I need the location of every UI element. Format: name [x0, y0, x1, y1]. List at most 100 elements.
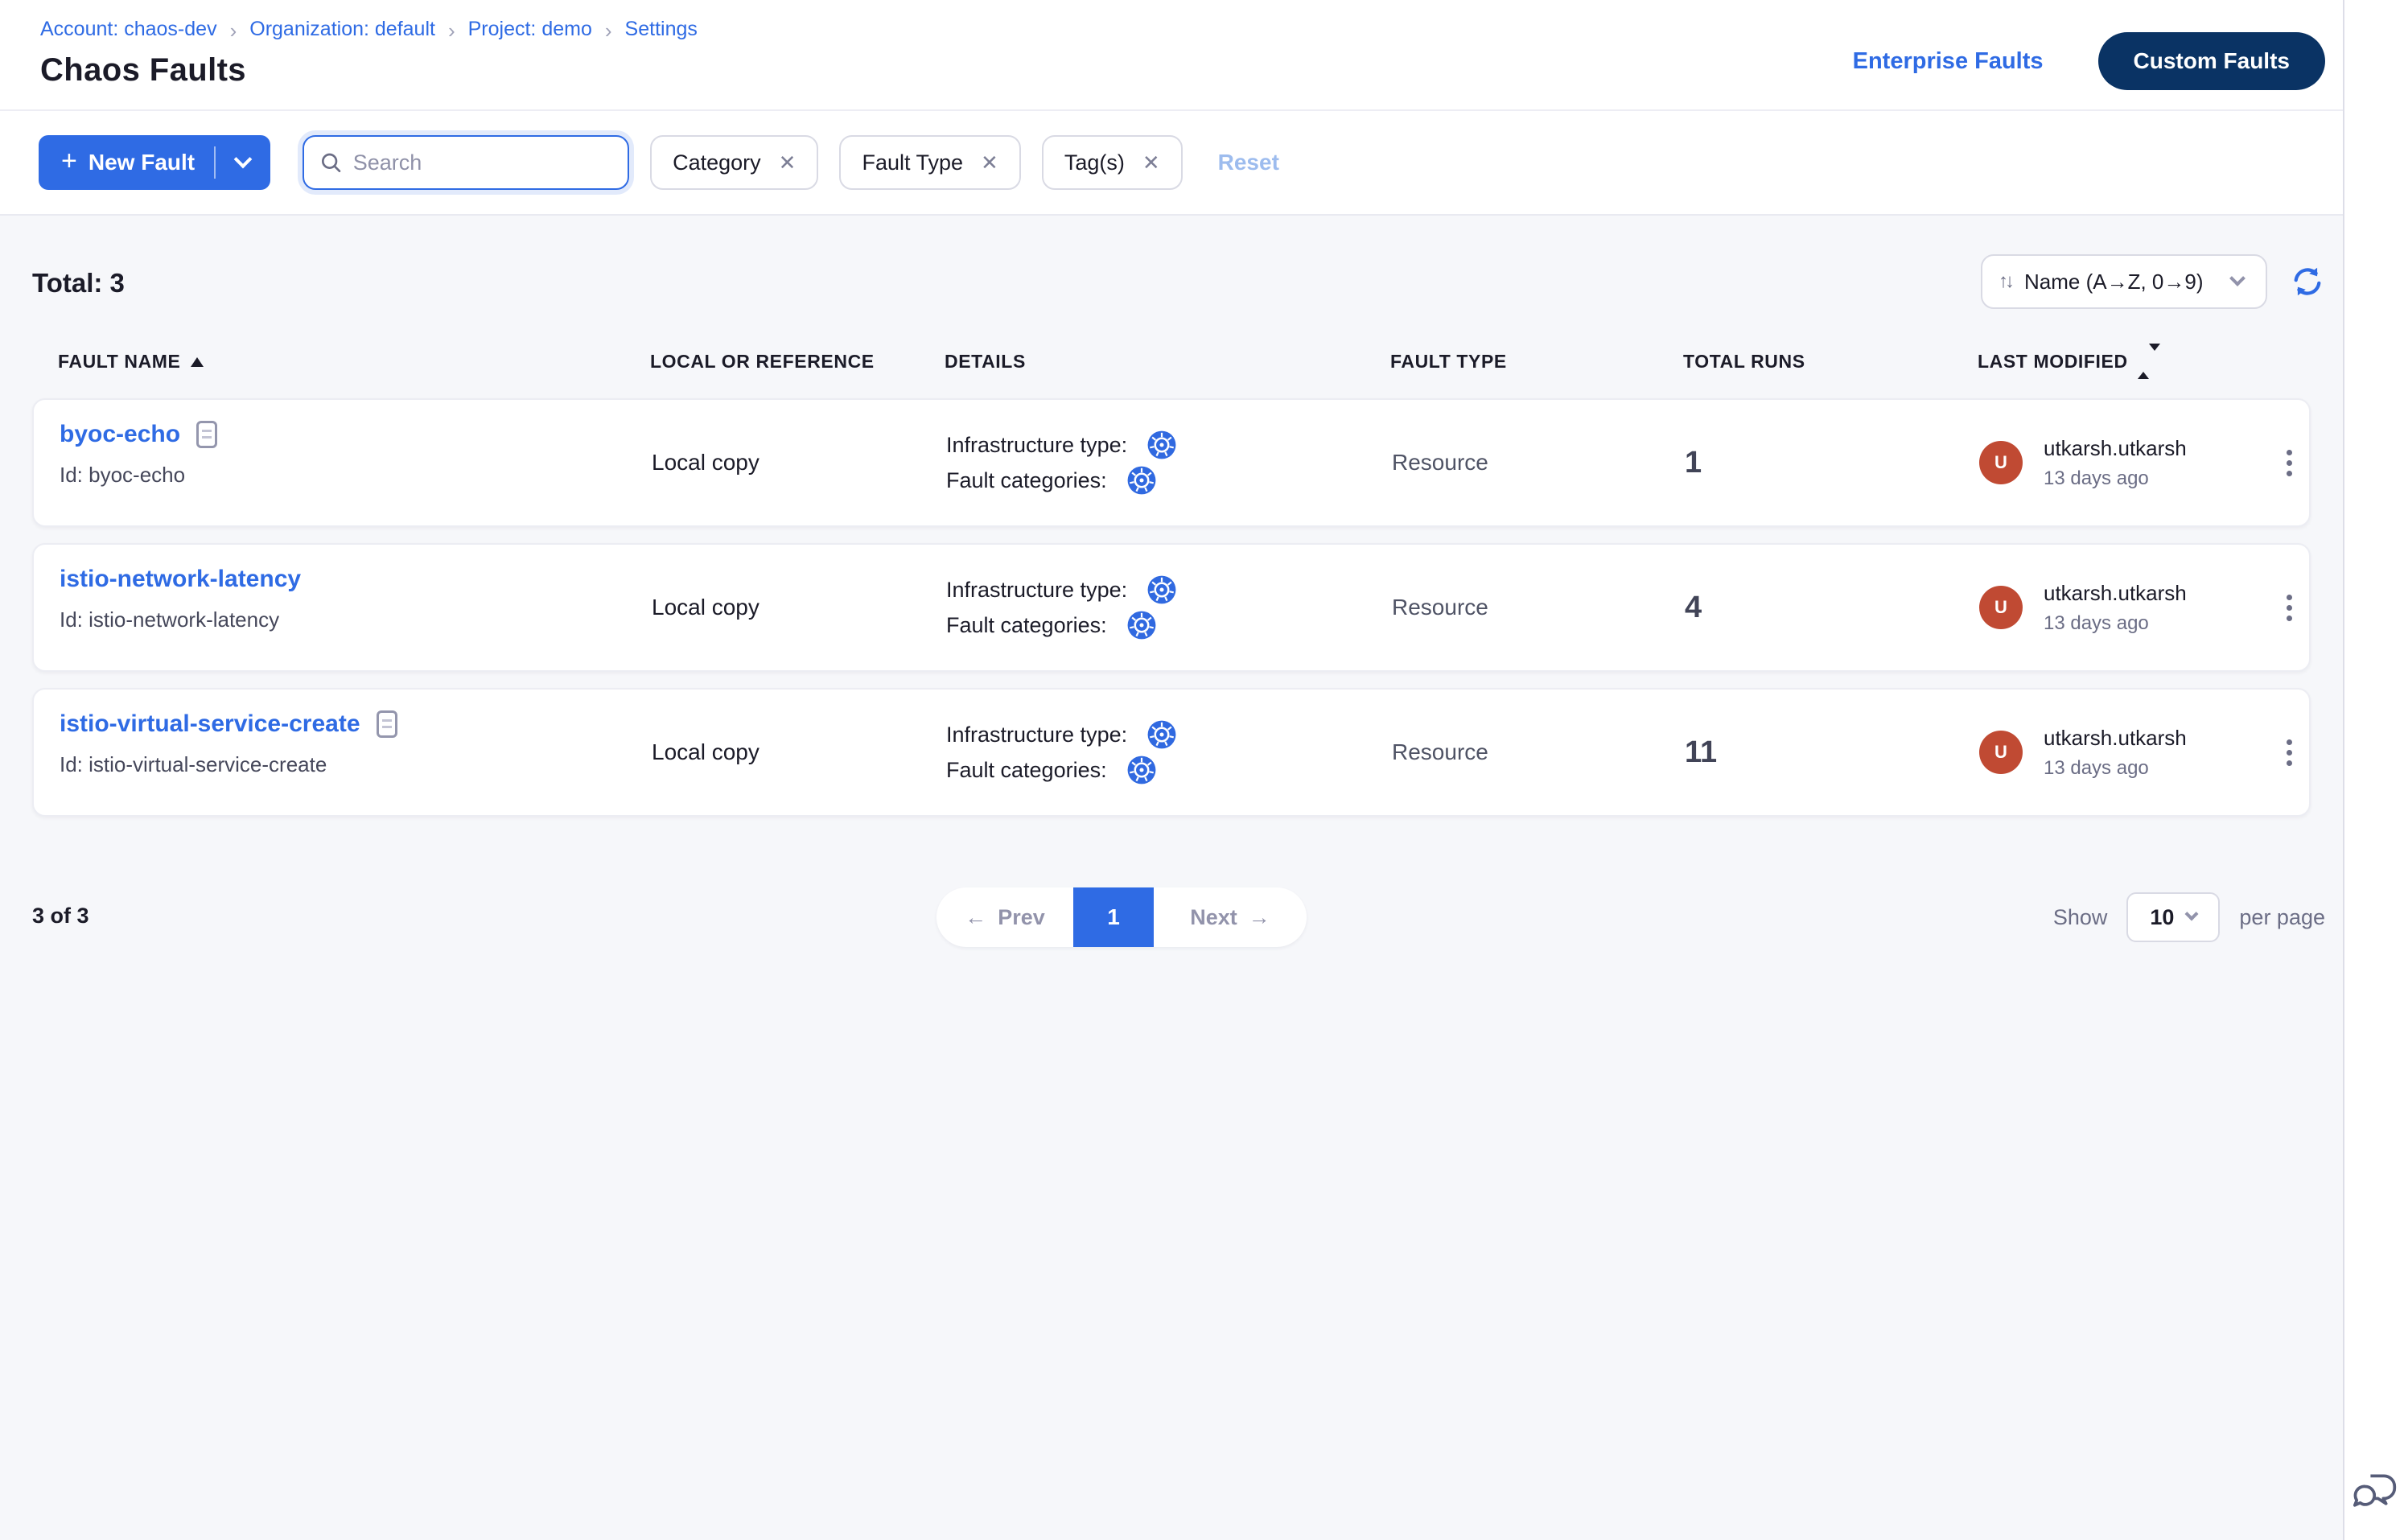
fault-type-cell: Resource — [1392, 450, 1685, 476]
total-runs-cell: 11 — [1685, 735, 1979, 770]
support-chat-button[interactable] — [2351, 1469, 2399, 1514]
modified-time: 13 days ago — [2044, 757, 2187, 780]
new-fault-split-button: + New Fault — [39, 135, 270, 190]
fault-link[interactable]: istio-network-latency — [60, 566, 301, 593]
last-modified-cell: U utkarsh.utkarsh 13 days ago — [1979, 726, 2287, 780]
fault-name-cell: istio-virtual-service-create Id: istio-v… — [60, 690, 652, 777]
chevron-right-icon: › — [605, 19, 612, 41]
fault-name-cell: byoc-echo Id: byoc-echo — [60, 400, 652, 488]
filter-chip-label: Tag(s) — [1064, 150, 1125, 175]
breadcrumb-organization[interactable]: Organization: default — [249, 18, 435, 41]
breadcrumb-project[interactable]: Project: demo — [468, 18, 592, 41]
per-page-label: per page — [2239, 905, 2325, 930]
local-or-reference-cell: Local copy — [652, 739, 946, 765]
page-size-dropdown[interactable]: 10 — [2126, 892, 2220, 942]
refresh-button[interactable] — [2290, 264, 2325, 299]
list-summary-row: Total: 3 ↑↓ Name (A→Z, 0→9) — [32, 254, 2311, 312]
page-1-button[interactable]: 1 — [1073, 887, 1154, 947]
chevron-right-icon: › — [448, 19, 455, 41]
breadcrumb-account[interactable]: Account: chaos-dev — [40, 18, 217, 41]
details-cell: Infrastructure type: Fault categories: — [946, 717, 1392, 788]
close-icon[interactable]: ✕ — [1142, 152, 1160, 173]
pagination-row: 3 of 3 ← Prev 1 Next → Show 10 — [0, 887, 2343, 947]
reset-filters-button[interactable]: Reset — [1218, 150, 1279, 175]
sort-value: Name (A→Z, 0→9) — [2024, 270, 2219, 294]
row-menu-button[interactable] — [2287, 595, 2302, 621]
details-cell: Infrastructure type: Fault categories: — [946, 427, 1392, 498]
local-or-reference-cell: Local copy — [652, 450, 946, 476]
enterprise-faults-link[interactable]: Enterprise Faults — [1853, 48, 2044, 75]
fault-id: Id: istio-virtual-service-create — [60, 752, 652, 777]
sort-dropdown[interactable]: ↑↓ Name (A→Z, 0→9) — [1981, 254, 2267, 309]
filter-chip-label: Fault Type — [862, 150, 963, 175]
sort-direction-icon: ↑↓ — [1999, 270, 2011, 293]
modified-by: utkarsh.utkarsh — [2044, 436, 2187, 461]
chevron-down-icon — [234, 150, 253, 169]
search-input[interactable] — [353, 150, 611, 175]
column-fault-name[interactable]: FAULT NAME — [58, 351, 650, 373]
kubernetes-icon — [1126, 755, 1157, 785]
last-modified-cell: U utkarsh.utkarsh 13 days ago — [1979, 436, 2287, 490]
manifest-icon[interactable] — [377, 710, 397, 738]
kubernetes-icon — [1126, 465, 1157, 496]
manifest-icon[interactable] — [196, 421, 217, 448]
last-modified-cell: U utkarsh.utkarsh 13 days ago — [1979, 581, 2287, 635]
filter-chip-tags[interactable]: Tag(s) ✕ — [1042, 135, 1183, 190]
chevron-down-icon — [2229, 270, 2246, 286]
avatar: U — [1979, 586, 2023, 629]
search-box — [303, 135, 629, 190]
next-page-button[interactable]: Next → — [1154, 887, 1307, 947]
avatar: U — [1979, 441, 2023, 484]
details-cell: Infrastructure type: Fault categories: — [946, 572, 1392, 643]
toolbar: + New Fault Category ✕ Fau — [0, 109, 2343, 216]
table-row[interactable]: byoc-echo Id: byoc-echo Local copy Infra… — [32, 398, 2311, 527]
chevron-right-icon: › — [230, 19, 237, 41]
main-column: Account: chaos-dev › Organization: defau… — [0, 0, 2343, 1540]
filter-chip-label: Category — [673, 150, 761, 175]
modified-time: 13 days ago — [2044, 467, 2187, 490]
filter-chip-category[interactable]: Category ✕ — [650, 135, 818, 190]
column-fault-type: FAULT TYPE — [1390, 351, 1683, 373]
breadcrumb-settings[interactable]: Settings — [625, 18, 698, 41]
sort-asc-icon — [191, 357, 204, 367]
show-label: Show — [2053, 905, 2108, 930]
sort-both-icon — [2138, 351, 2160, 373]
fault-link[interactable]: istio-virtual-service-create — [60, 710, 360, 738]
fault-list: byoc-echo Id: byoc-echo Local copy Infra… — [32, 398, 2311, 817]
modified-by: utkarsh.utkarsh — [2044, 581, 2187, 606]
table-row[interactable]: istio-virtual-service-create Id: istio-v… — [32, 688, 2311, 817]
arrow-left-icon: ← — [965, 905, 986, 930]
filter-chip-fault-type[interactable]: Fault Type ✕ — [839, 135, 1020, 190]
content-area: Total: 3 ↑↓ Name (A→Z, 0→9) — [0, 216, 2343, 1540]
chevron-down-icon — [2185, 908, 2199, 921]
row-menu-button[interactable] — [2287, 450, 2302, 476]
custom-faults-button[interactable]: Custom Faults — [2098, 32, 2325, 90]
column-total-runs: TOTAL RUNS — [1683, 351, 1978, 373]
close-icon[interactable]: ✕ — [779, 152, 797, 173]
arrow-right-icon: → — [1249, 905, 1270, 930]
table-row[interactable]: istio-network-latency Id: istio-network-… — [32, 543, 2311, 672]
column-local-or-reference: LOCAL OR REFERENCE — [650, 351, 945, 373]
kubernetes-icon — [1126, 610, 1157, 640]
pager: ← Prev 1 Next → — [936, 887, 1307, 947]
pagination-range: 3 of 3 — [32, 904, 89, 929]
plus-icon: + — [61, 147, 77, 178]
fault-id: Id: istio-network-latency — [60, 607, 652, 632]
total-count: Total: 3 — [32, 268, 125, 298]
fault-link[interactable]: byoc-echo — [60, 421, 180, 448]
kubernetes-icon — [1146, 430, 1177, 460]
close-icon[interactable]: ✕ — [981, 152, 998, 173]
column-details: DETAILS — [945, 351, 1390, 373]
new-fault-dropdown-button[interactable] — [216, 135, 270, 190]
page-header: Account: chaos-dev › Organization: defau… — [0, 0, 2343, 109]
prev-page-button[interactable]: ← Prev — [936, 887, 1073, 947]
kubernetes-icon — [1146, 574, 1177, 605]
row-menu-button[interactable] — [2287, 739, 2302, 766]
chat-bubbles-icon — [2351, 1469, 2399, 1514]
table-header-row: FAULT NAME LOCAL OR REFERENCE DETAILS FA… — [32, 351, 2311, 373]
column-last-modified[interactable]: LAST MODIFIED — [1978, 351, 2285, 373]
right-rail — [2343, 0, 2404, 1540]
header-actions: Enterprise Faults Custom Faults — [1853, 32, 2325, 90]
new-fault-button[interactable]: + New Fault — [39, 147, 214, 178]
total-runs-cell: 1 — [1685, 446, 1979, 480]
